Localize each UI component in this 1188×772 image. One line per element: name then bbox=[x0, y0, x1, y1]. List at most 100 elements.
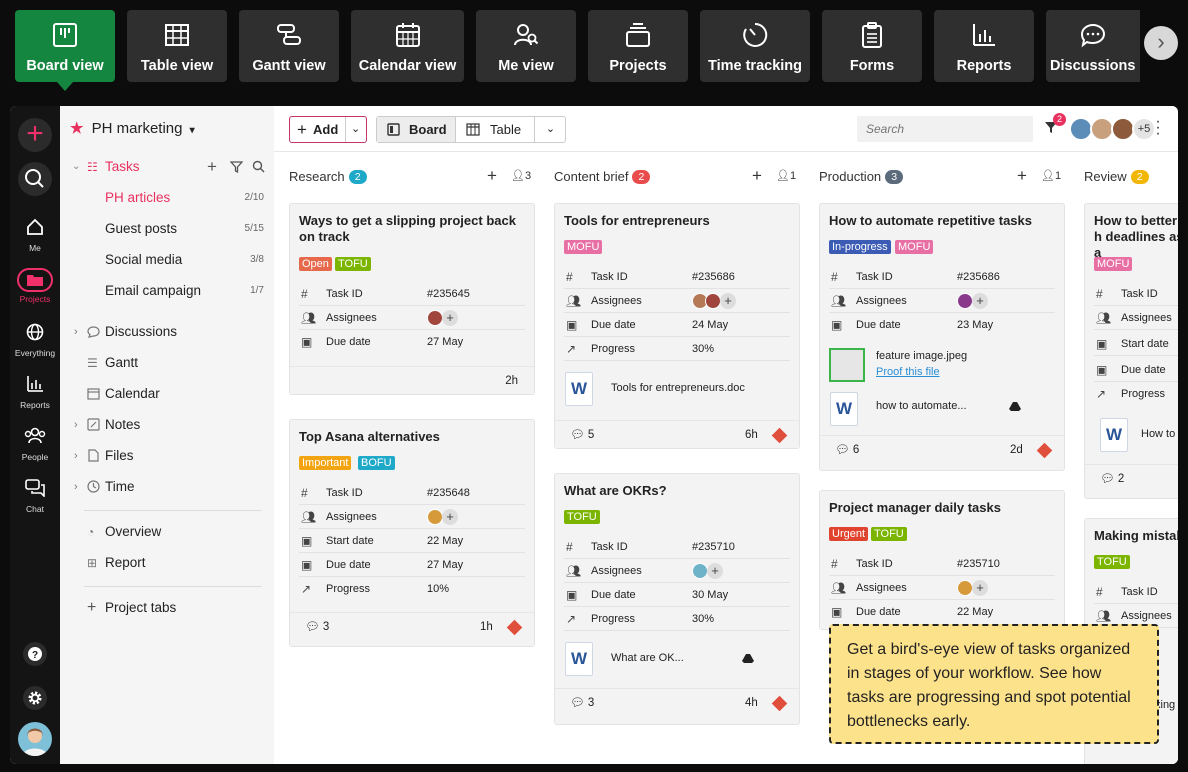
comment-count[interactable]: 💬︎ 6 bbox=[835, 436, 859, 464]
rail-item-people[interactable]: People bbox=[10, 427, 60, 462]
column-members[interactable]: 👤︎3 bbox=[511, 169, 531, 182]
attachment[interactable]: feature image.jpeg Proof this file bbox=[829, 346, 1055, 384]
tab-projects[interactable]: Projects bbox=[588, 10, 688, 82]
filter-icon[interactable] bbox=[230, 161, 243, 173]
task-card[interactable]: What are OKRs? TOFU # Task ID #235710 👥︎ As… bbox=[554, 473, 800, 725]
comment-icon: 💬︎ bbox=[570, 697, 585, 709]
rail-item-reports[interactable]: Reports bbox=[10, 375, 60, 410]
notes-icon bbox=[87, 418, 100, 431]
comment-count[interactable]: 💬︎ 5 bbox=[570, 421, 594, 449]
sidebar-item-project-tabs[interactable]: + Project tabs bbox=[60, 597, 274, 619]
sidebar-list-guest-posts[interactable]: Guest posts 5/15 bbox=[60, 218, 274, 240]
search-button[interactable] bbox=[18, 162, 52, 196]
sidebar-list-ph-articles[interactable]: PH articles 2/10 bbox=[60, 187, 274, 209]
add-assignee-icon[interactable]: + bbox=[442, 310, 458, 327]
settings-button[interactable] bbox=[23, 686, 47, 710]
attachment[interactable]: W how to automate... bbox=[829, 390, 1055, 428]
task-card[interactable]: Top Asana alternatives Important BOFU # T… bbox=[289, 419, 535, 647]
tag-badge: MOFU bbox=[895, 240, 934, 254]
comment-count-value: 2 bbox=[1117, 473, 1125, 485]
sidebar-item-time[interactable]: › Time bbox=[60, 476, 274, 498]
sidebar-item-overview[interactable]: ◔ Overview bbox=[60, 521, 274, 543]
hash-icon: # bbox=[301, 486, 308, 500]
add-assignee-icon[interactable]: + bbox=[442, 509, 458, 526]
add-assignee-icon[interactable]: + bbox=[972, 293, 988, 310]
field-row: 👥︎ Assignees bbox=[1094, 306, 1178, 330]
home-icon bbox=[27, 218, 43, 235]
avatar[interactable] bbox=[18, 722, 52, 756]
progress-icon: ↗ bbox=[566, 342, 577, 356]
add-button[interactable]: + Add ⌄ bbox=[289, 116, 367, 143]
add-task-icon[interactable]: + bbox=[1017, 166, 1027, 186]
assignee-avatars[interactable]: + bbox=[692, 289, 736, 313]
sidebar-list-social-media[interactable]: Social media 3/8 bbox=[60, 249, 274, 271]
view-menu-button[interactable]: ⌄ bbox=[534, 117, 566, 142]
comment-count[interactable]: 💬︎ 3 bbox=[570, 689, 594, 717]
assignee-avatars[interactable]: + bbox=[957, 576, 988, 600]
assignee-avatars[interactable]: + bbox=[427, 306, 458, 330]
table-view-button[interactable]: Table bbox=[455, 117, 534, 142]
attachment[interactable]: W What are OK... bbox=[564, 640, 790, 678]
rail-item-me[interactable]: Me bbox=[10, 218, 60, 253]
rail-label: Chat bbox=[26, 504, 44, 514]
attachment[interactable]: W How to bbox=[1094, 416, 1178, 454]
rail-item-chat[interactable]: Chat bbox=[10, 479, 60, 514]
tab-board-view[interactable]: Board view bbox=[15, 10, 115, 82]
more-options-icon[interactable]: · · · bbox=[1154, 114, 1162, 142]
field-row: ↗ Progress 10% bbox=[299, 577, 525, 601]
rail-item-everything[interactable]: Everything bbox=[10, 323, 60, 358]
tasks-section[interactable]: ⌄ ☷ Tasks + bbox=[60, 156, 274, 178]
task-card[interactable]: Ways to get a slipping project back on t… bbox=[289, 203, 535, 395]
add-assignee-icon[interactable]: + bbox=[972, 580, 988, 597]
tab-me-view[interactable]: Me view bbox=[476, 10, 576, 82]
tab-gantt-view[interactable]: Gantt view bbox=[239, 10, 339, 82]
comment-count[interactable]: 💬︎ 2 bbox=[1100, 465, 1124, 493]
bar-chart-icon bbox=[934, 22, 1034, 48]
sidebar-item-notes[interactable]: › Notes bbox=[60, 414, 274, 436]
add-button[interactable]: + bbox=[18, 118, 52, 152]
field-value: #235648 bbox=[427, 487, 470, 499]
task-card[interactable]: Tools for entrepreneurs MOFU # Task ID #23… bbox=[554, 203, 800, 449]
tab-time-tracking[interactable]: Time tracking bbox=[700, 10, 810, 82]
scroll-right-button[interactable]: › bbox=[1144, 26, 1178, 60]
task-card[interactable]: How to better h deadlines as a MOFU # Tas… bbox=[1084, 203, 1178, 499]
member-count: 3 bbox=[524, 170, 532, 182]
search-icon[interactable] bbox=[252, 160, 265, 173]
add-task-icon[interactable]: + bbox=[752, 166, 762, 186]
sidebar-item-calendar[interactable]: Calendar bbox=[60, 383, 274, 405]
search-input[interactable] bbox=[857, 116, 1033, 142]
sidebar-item-files[interactable]: › Files bbox=[60, 445, 274, 467]
add-task-icon[interactable]: + bbox=[487, 166, 497, 186]
attachment[interactable]: W Tools for entrepreneurs.doc bbox=[564, 370, 790, 408]
add-list-icon[interactable]: + bbox=[207, 156, 217, 178]
column-members[interactable]: 👤︎1 bbox=[776, 169, 796, 182]
member-avatars[interactable]: +5 bbox=[1069, 117, 1156, 141]
add-assignee-icon[interactable]: + bbox=[707, 563, 723, 580]
sidebar-item-report[interactable]: ⊞ Report bbox=[60, 552, 274, 574]
tab-table-view[interactable]: Table view bbox=[127, 10, 227, 82]
field-label: Progress bbox=[326, 583, 371, 595]
tab-calendar-view[interactable]: Calendar view bbox=[351, 10, 464, 82]
task-card[interactable]: How to automate repetitive tasks In-prog… bbox=[819, 203, 1065, 471]
field-label: Due date bbox=[591, 319, 636, 331]
rail-item-projects[interactable]: Projects bbox=[10, 268, 60, 304]
column-members[interactable]: 👤︎1 bbox=[1041, 169, 1061, 182]
sidebar-list-email-campaign[interactable]: Email campaign 1/7 bbox=[60, 280, 274, 302]
project-header[interactable]: ★ PH marketing ▾ bbox=[70, 118, 270, 140]
board-view-button[interactable]: Board bbox=[377, 117, 455, 142]
add-assignee-icon[interactable]: + bbox=[720, 293, 736, 310]
filter-button[interactable]: 2 bbox=[1044, 113, 1066, 139]
task-card[interactable]: Project manager daily tasks Urgent TOFU … bbox=[819, 490, 1065, 630]
sidebar-item-gantt[interactable]: ☰ Gantt bbox=[60, 352, 274, 374]
tab-forms[interactable]: Forms bbox=[822, 10, 922, 82]
sidebar-item-discussions[interactable]: › Discussions bbox=[60, 321, 274, 343]
tab-discussions[interactable]: Discussions bbox=[1046, 10, 1140, 82]
assignee-avatars[interactable]: + bbox=[427, 505, 458, 529]
assignee-avatars[interactable]: + bbox=[692, 559, 723, 583]
tab-reports[interactable]: Reports bbox=[934, 10, 1034, 82]
comment-count[interactable]: 💬︎ 3 bbox=[305, 613, 329, 641]
field-row: ▣ Start date bbox=[1094, 332, 1178, 356]
assignee-avatars[interactable]: + bbox=[957, 289, 988, 313]
proof-file-link[interactable]: Proof this file bbox=[876, 366, 940, 378]
help-button[interactable]: ? bbox=[23, 642, 47, 666]
